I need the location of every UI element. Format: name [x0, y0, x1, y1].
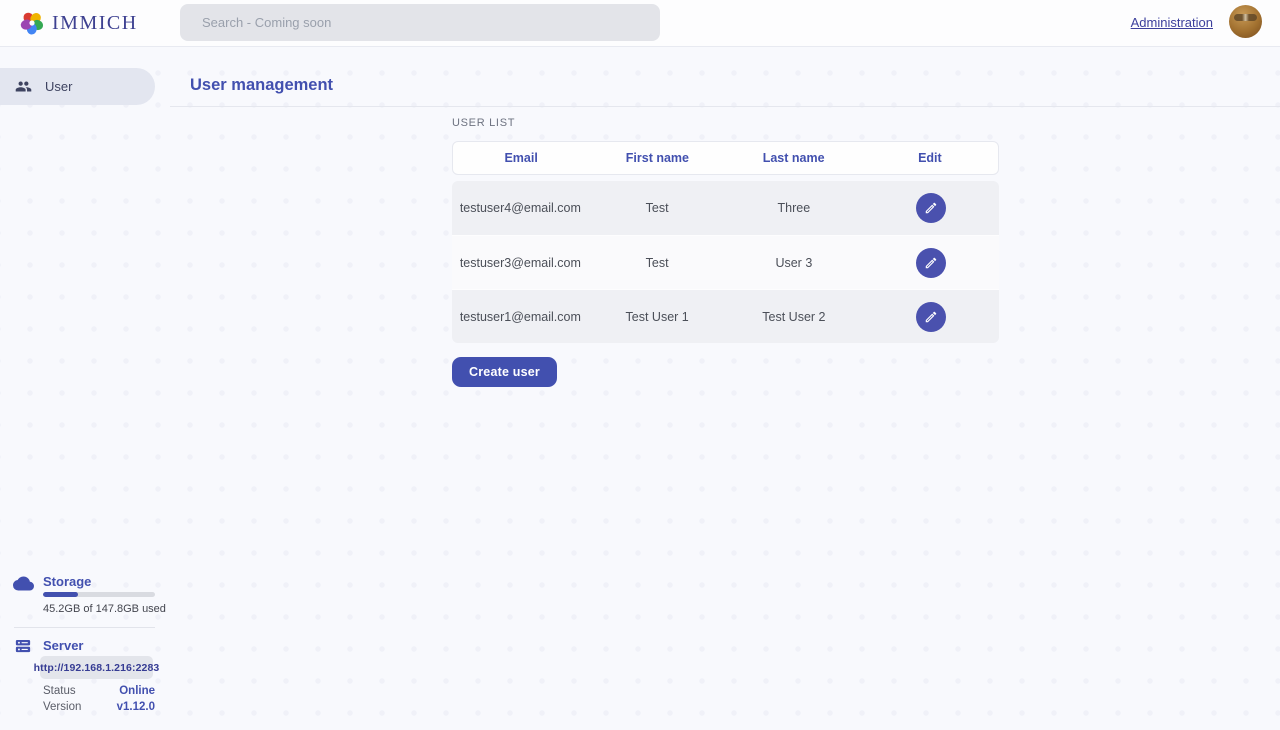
storage-progress-fill — [43, 592, 78, 597]
immich-flower-icon — [19, 10, 45, 36]
user-table-header: Email First name Last name Edit — [452, 141, 999, 175]
sidebar-item-label: User — [45, 79, 72, 94]
server-url-badge: http://192.168.1.216:2283 — [40, 656, 153, 679]
user-email: testuser3@email.com — [452, 256, 589, 270]
storage-progress-bar — [43, 592, 155, 597]
user-list-section-label: USER LIST — [452, 117, 515, 129]
edit-user-button[interactable] — [916, 302, 946, 332]
page-title: User management — [190, 76, 333, 95]
user-first-name: Test User 1 — [589, 310, 726, 324]
storage-title: Storage — [43, 574, 91, 589]
user-table-body: testuser4@email.com Test Three testuser3… — [452, 181, 999, 343]
version-value: v1.12.0 — [117, 701, 155, 713]
edit-user-button[interactable] — [916, 248, 946, 278]
server-icon — [14, 637, 32, 655]
version-label: Version — [43, 701, 81, 713]
column-header-email: Email — [453, 151, 589, 165]
immich-admin-app: IMMICH Administration User Storage 45.2G… — [0, 0, 1280, 730]
search-input[interactable] — [180, 4, 660, 41]
create-user-button[interactable]: Create user — [452, 357, 557, 387]
logo-wordmark: IMMICH — [52, 12, 138, 35]
table-row: testuser1@email.com Test User 1 Test Use… — [452, 289, 999, 343]
user-email: testuser1@email.com — [452, 310, 589, 324]
status-value: Online — [119, 685, 155, 697]
user-last-name: Test User 2 — [726, 310, 863, 324]
storage-usage-text: 45.2GB of 147.8GB used — [43, 603, 166, 615]
pencil-icon — [924, 310, 938, 324]
top-bar: IMMICH Administration — [0, 0, 1280, 47]
title-divider — [170, 106, 1280, 107]
column-header-edit: Edit — [862, 151, 998, 165]
cloud-icon — [13, 573, 34, 594]
avatar[interactable] — [1229, 5, 1262, 38]
pencil-icon — [924, 256, 938, 270]
server-title: Server — [43, 638, 83, 653]
sidebar-item-user[interactable]: User — [0, 68, 155, 105]
administration-link[interactable]: Administration — [1131, 15, 1213, 30]
pencil-icon — [924, 201, 938, 215]
server-status-row: Status Online — [43, 685, 155, 697]
user-last-name: User 3 — [726, 256, 863, 270]
user-first-name: Test — [589, 201, 726, 215]
avatar-glasses-detail — [1234, 14, 1257, 21]
status-label: Status — [43, 685, 76, 697]
server-version-row: Version v1.12.0 — [43, 701, 155, 713]
column-header-last-name: Last name — [726, 151, 862, 165]
app-logo[interactable]: IMMICH — [19, 10, 138, 36]
sidebar-divider — [14, 627, 155, 628]
table-row: testuser3@email.com Test User 3 — [452, 235, 999, 289]
search-bar[interactable] — [180, 4, 660, 41]
people-icon — [15, 78, 32, 95]
user-last-name: Three — [726, 201, 863, 215]
user-email: testuser4@email.com — [452, 201, 589, 215]
edit-user-button[interactable] — [916, 193, 946, 223]
column-header-first-name: First name — [589, 151, 725, 165]
table-row: testuser4@email.com Test Three — [452, 181, 999, 235]
user-first-name: Test — [589, 256, 726, 270]
